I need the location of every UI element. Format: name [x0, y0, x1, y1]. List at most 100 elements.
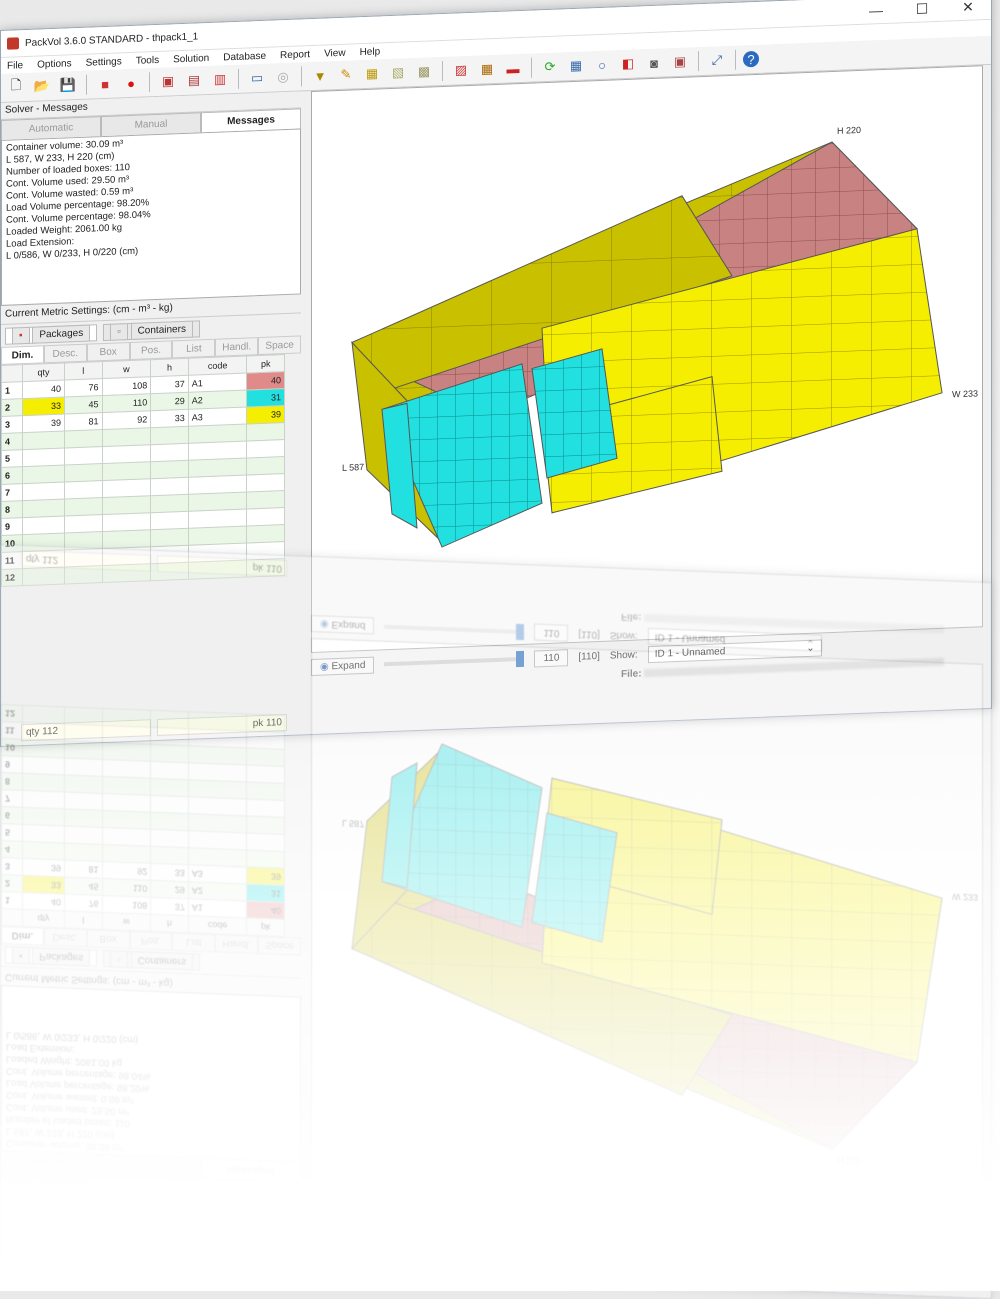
tab-messages[interactable]: Messages [201, 108, 301, 133]
tab-list[interactable]: List [172, 338, 216, 359]
tab-space[interactable]: Space [258, 335, 302, 356]
empty-cell[interactable] [102, 461, 151, 481]
menu-view[interactable]: View [324, 47, 346, 59]
empty-cell[interactable] [246, 490, 285, 510]
tab-dim[interactable]: Dim. [1, 345, 44, 365]
cell-w[interactable]: 108 [102, 376, 151, 396]
boxes-icon[interactable]: ■ [94, 74, 116, 95]
tab-packages[interactable]: ▪ Packages [5, 323, 98, 345]
pack-icon[interactable]: ▣ [157, 71, 179, 92]
pencil-icon[interactable]: ✎ [335, 64, 357, 85]
col-pk[interactable]: pk [246, 354, 285, 374]
help-icon[interactable]: ? [743, 50, 759, 68]
chart-icon[interactable]: ▨ [450, 60, 472, 81]
open-folder-icon[interactable]: 📂 [31, 76, 53, 97]
cell-l[interactable]: 45 [64, 395, 103, 415]
cell-qty[interactable]: 40 [22, 380, 65, 399]
close-button[interactable]: ✕ [945, 0, 991, 16]
menu-solution[interactable]: Solution [173, 52, 209, 64]
empty-cell[interactable] [102, 444, 151, 464]
fullscreen-icon[interactable]: ⤢ [706, 50, 728, 71]
empty-cell[interactable] [22, 465, 65, 484]
menu-database[interactable]: Database [223, 50, 266, 63]
delete-icon[interactable]: ▬ [502, 58, 524, 79]
empty-cell[interactable] [246, 456, 285, 476]
menu-options[interactable]: Options [37, 58, 71, 70]
empty-cell[interactable] [22, 448, 65, 467]
table-icon[interactable]: ▦ [476, 59, 498, 80]
empty-cell[interactable] [246, 507, 285, 527]
new-file-icon[interactable]: 🗋 [5, 77, 27, 98]
empty-cell[interactable] [102, 478, 151, 498]
cell-h[interactable]: 29 [150, 392, 189, 411]
row-number: 1 [1, 381, 23, 400]
cell-l[interactable]: 76 [64, 378, 103, 398]
camera-icon[interactable]: ◙ [643, 52, 665, 73]
grid-icon[interactable]: ▩ [413, 61, 435, 82]
col-l[interactable]: l [64, 361, 103, 381]
tab-automatic[interactable]: Automatic [1, 116, 101, 140]
col-qty[interactable]: qty [22, 363, 65, 382]
empty-cell[interactable] [246, 439, 285, 459]
record-icon[interactable]: ● [120, 73, 142, 94]
empty-cell[interactable] [150, 426, 189, 445]
cell-h[interactable]: 37 [150, 375, 189, 394]
refresh-icon[interactable]: ⟳ [539, 56, 561, 77]
empty-cell[interactable] [22, 499, 65, 518]
target-icon[interactable]: ◎ [272, 67, 294, 88]
empty-cell[interactable] [102, 495, 151, 515]
col-w[interactable]: w [102, 359, 151, 379]
menu-file[interactable]: File [7, 60, 23, 72]
empty-cell[interactable] [150, 494, 189, 513]
save-icon[interactable]: 💾 [57, 75, 79, 96]
split-icon[interactable]: ◧ [617, 53, 639, 74]
tab-desc[interactable]: Desc. [43, 343, 87, 364]
empty-cell[interactable] [22, 482, 65, 501]
col-h[interactable]: h [150, 358, 189, 377]
truck-icon[interactable]: ▤ [183, 70, 205, 91]
tab-manual[interactable]: Manual [101, 112, 201, 137]
empty-cell[interactable] [64, 480, 103, 500]
empty-cell[interactable] [150, 511, 189, 530]
bucket-icon[interactable]: ▼ [309, 65, 331, 86]
stack-icon[interactable]: ▦ [361, 63, 383, 84]
tab-box[interactable]: Box [86, 342, 130, 362]
palette-icon[interactable]: ▣ [669, 51, 691, 72]
empty-cell[interactable] [22, 431, 65, 450]
tab-containers[interactable]: ▫ Containers [103, 319, 200, 341]
cell-pk[interactable]: 40 [246, 371, 285, 391]
empty-cell[interactable] [64, 497, 103, 517]
empty-cell[interactable] [150, 477, 189, 496]
cell-l[interactable]: 81 [64, 412, 103, 432]
tab-pos[interactable]: Pos. [129, 340, 173, 361]
empty-cell[interactable] [102, 427, 151, 447]
empty-cell[interactable] [246, 422, 285, 442]
menu-tools[interactable]: Tools [136, 54, 159, 66]
cell-qty[interactable]: 33 [22, 397, 65, 416]
tab-handl[interactable]: Handl. [215, 337, 259, 357]
empty-cell[interactable] [102, 512, 151, 532]
menu-report[interactable]: Report [280, 49, 310, 61]
cell-pk[interactable]: 39 [246, 405, 285, 425]
cell-pk[interactable]: 31 [246, 388, 285, 408]
empty-cell[interactable] [246, 473, 285, 493]
circle-icon[interactable]: ○ [591, 54, 613, 75]
empty-cell[interactable] [64, 463, 103, 483]
report-icon[interactable]: ▥ [209, 69, 231, 90]
menu-settings[interactable]: Settings [86, 56, 122, 68]
monitor-icon[interactable]: ▭ [246, 68, 268, 89]
cell-w[interactable]: 110 [102, 393, 151, 413]
empty-cell[interactable] [150, 443, 189, 462]
minimize-button[interactable]: — [853, 1, 899, 20]
cell-w[interactable]: 92 [102, 410, 151, 430]
empty-cell[interactable] [64, 446, 103, 466]
cell-qty[interactable]: 39 [22, 414, 65, 433]
maximize-button[interactable]: ☐ [899, 0, 945, 18]
layers-icon[interactable]: ▧ [387, 62, 409, 83]
grid-view-icon[interactable]: ▦ [565, 55, 587, 76]
cell-h[interactable]: 33 [150, 409, 189, 428]
messages-box[interactable]: Container volume: 30.09 m³ L 587, W 233,… [1, 128, 301, 306]
empty-cell[interactable] [150, 460, 189, 479]
menu-help[interactable]: Help [360, 46, 381, 58]
empty-cell[interactable] [64, 429, 103, 449]
